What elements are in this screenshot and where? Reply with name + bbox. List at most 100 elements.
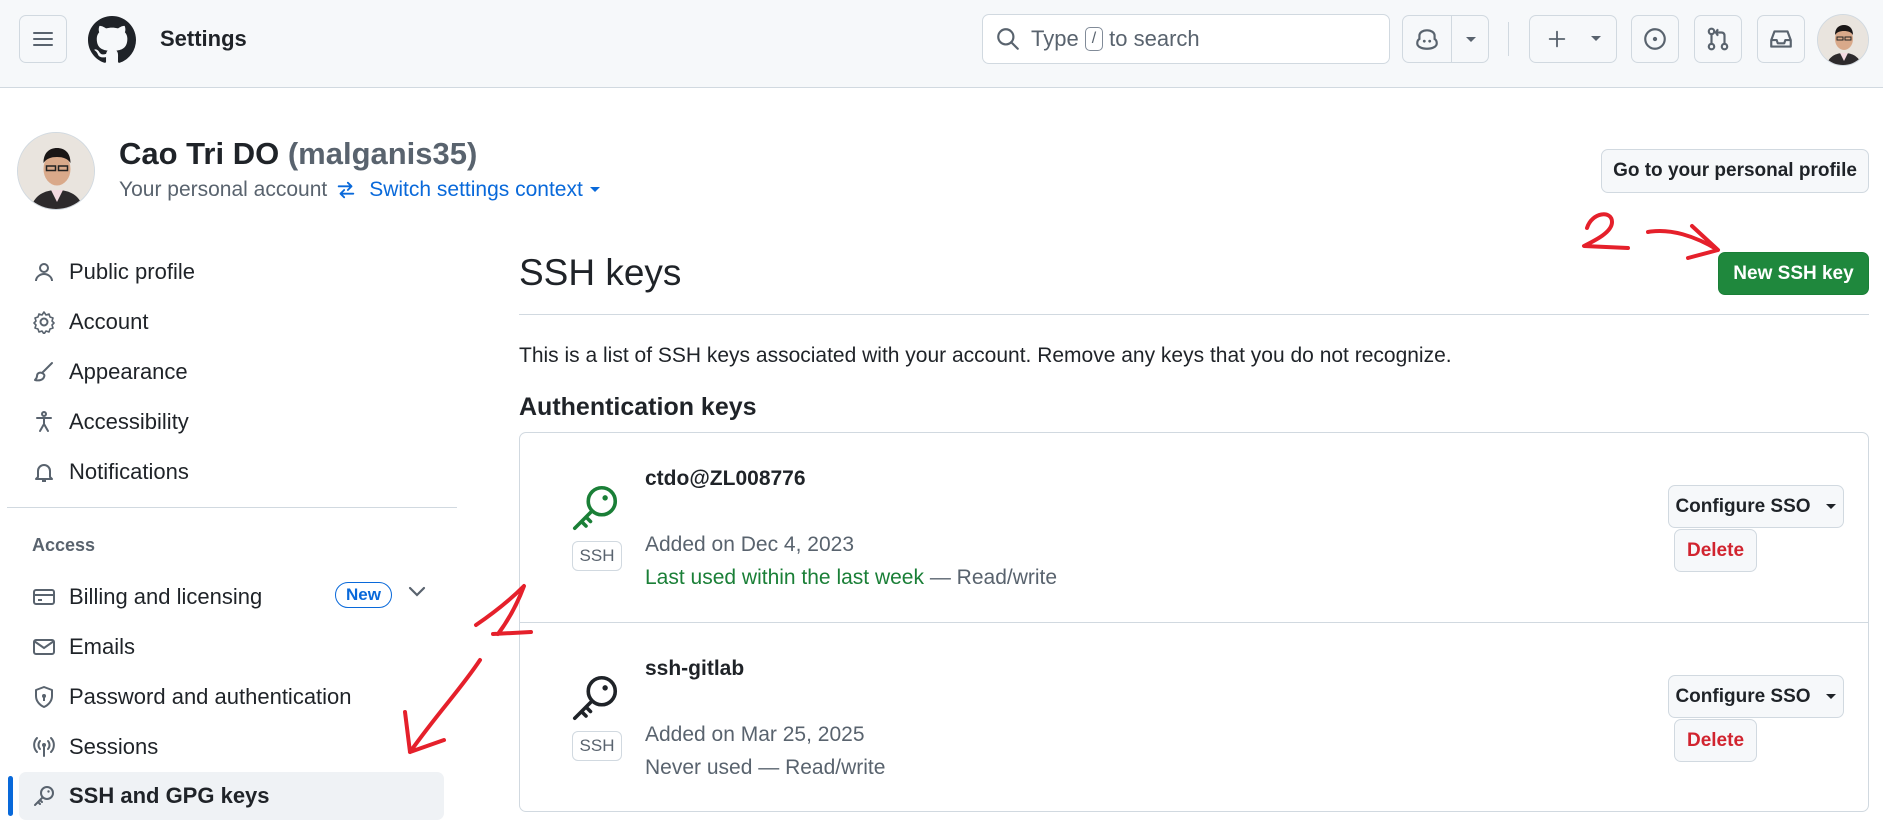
sidebar-section-heading: Access [32, 535, 96, 555]
page-title: SSH keys [519, 252, 682, 293]
annotation-mark-2 [1582, 212, 1630, 250]
search-icon [997, 28, 1019, 50]
inbox-icon [1770, 30, 1792, 48]
paintbrush-icon [29, 357, 59, 387]
profile-name: Cao Tri DO (malganis35) [119, 136, 477, 172]
new-ssh-key-button[interactable]: New SSH key [1718, 252, 1869, 295]
sidebar-item-password-auth[interactable]: Password and authentication [19, 673, 444, 721]
key-title: ctdo@ZL008776 [645, 467, 806, 490]
key-icon [29, 781, 59, 811]
issue-opened-icon [1644, 28, 1666, 50]
chevron-down-icon[interactable] [408, 586, 426, 598]
person-icon [29, 257, 59, 287]
ssh-keys-list: SSH ctdo@ZL008776 Added on Dec 4, 2023 L… [519, 432, 1869, 812]
configure-sso-button[interactable]: Configure SSO [1668, 675, 1844, 718]
mail-icon [29, 632, 59, 662]
chevron-down-icon[interactable] [1465, 36, 1477, 44]
key-title: ssh-gitlab [645, 657, 745, 680]
active-indicator [8, 776, 13, 816]
profile-display-name: Cao Tri DO [119, 136, 280, 171]
top-bar: Settings Type / to search [0, 0, 1883, 88]
key-last-used-text: Last used within the last week [645, 566, 924, 589]
sidebar-item-label: Billing and licensing [69, 584, 263, 609]
user-avatar[interactable] [1817, 14, 1869, 66]
accessibility-icon [29, 407, 59, 437]
sidebar-item-label: Notifications [69, 459, 189, 484]
page-context-title: Settings [160, 26, 247, 51]
personal-account-label: Your personal account [119, 178, 328, 201]
section-heading: Authentication keys [519, 393, 757, 421]
ssh-key-row: SSH ssh-gitlab Added on Mar 25, 2025 Nev… [520, 622, 1868, 812]
shield-lock-icon [29, 682, 59, 712]
key-last-used-text: Never used [645, 756, 753, 779]
broadcast-icon [29, 732, 59, 762]
profile-subtitle: Your personal account Switch settings co… [119, 178, 601, 202]
arrow-switch-icon [337, 181, 355, 199]
delete-key-button[interactable]: Delete [1674, 529, 1757, 572]
key-added-date: Added on Dec 4, 2023 [645, 533, 854, 556]
search-placeholder-suffix: to search [1109, 26, 1200, 51]
create-new-button[interactable] [1529, 15, 1617, 63]
hamburger-icon [33, 32, 53, 46]
copilot-button[interactable] [1402, 15, 1489, 63]
title-divider [519, 314, 1869, 315]
profile-avatar [17, 132, 95, 210]
key-access-text: — Read/write [758, 756, 886, 779]
key-last-used: Last used within the last week — Read/wr… [645, 566, 1057, 590]
sidebar-item-notifications[interactable]: Notifications [19, 448, 444, 496]
key-added-date: Added on Mar 25, 2025 [645, 723, 865, 746]
sidebar-item-public-profile[interactable]: Public profile [19, 248, 444, 296]
configure-sso-button[interactable]: Configure SSO [1668, 485, 1844, 528]
bell-icon [29, 457, 59, 487]
sidebar-item-sessions[interactable]: Sessions [19, 723, 444, 771]
sidebar-item-account[interactable]: Account [19, 298, 444, 346]
sidebar-item-label: Sessions [69, 734, 159, 759]
sidebar-item-accessibility[interactable]: Accessibility [19, 398, 444, 446]
profile-login: (malganis35) [287, 136, 478, 171]
sidebar-item-emails[interactable]: Emails [19, 623, 444, 671]
sidebar-item-label: Account [69, 309, 149, 334]
issues-button[interactable] [1631, 15, 1679, 63]
go-to-profile-button[interactable]: Go to your personal profile [1601, 149, 1869, 193]
switch-context-label: Switch settings context [369, 178, 583, 201]
gear-icon [29, 307, 59, 337]
sidebar-item-label: Appearance [69, 359, 188, 384]
toolbar-divider [1508, 22, 1509, 56]
page-description: This is a list of SSH keys associated wi… [519, 344, 1452, 367]
ssh-type-label: SSH [572, 541, 622, 571]
new-badge: New [335, 582, 392, 608]
github-logo-icon[interactable] [88, 16, 136, 64]
plus-icon [1548, 30, 1566, 48]
search-shortcut-key: / [1084, 27, 1104, 51]
annotation-arrow-2 [1646, 224, 1720, 260]
credit-card-icon [29, 582, 59, 612]
sidebar-item-label: Password and authentication [69, 684, 352, 709]
sidebar-item-appearance[interactable]: Appearance [19, 348, 444, 396]
configure-sso-label: Configure SSO [1675, 685, 1811, 707]
switch-context-link[interactable]: Switch settings context [335, 178, 601, 202]
key-icon [572, 485, 618, 531]
search-input[interactable]: Type / to search [982, 14, 1390, 64]
git-pull-request-icon [1707, 27, 1729, 51]
delete-key-button[interactable]: Delete [1674, 719, 1757, 762]
search-placeholder-prefix: Type [1031, 26, 1079, 51]
sidebar-item-label: Public profile [69, 259, 195, 284]
sidebar-item-label: Emails [69, 634, 136, 659]
sidebar-item-ssh-gpg-keys[interactable]: SSH and GPG keys [19, 772, 444, 820]
copilot-icon [1416, 29, 1438, 50]
chevron-down-icon [1591, 36, 1601, 41]
menu-button[interactable] [19, 15, 67, 63]
ssh-key-row: SSH ctdo@ZL008776 Added on Dec 4, 2023 L… [520, 433, 1868, 623]
inbox-button[interactable] [1757, 15, 1805, 63]
configure-sso-label: Configure SSO [1675, 495, 1811, 517]
sidebar-item-label: Accessibility [69, 409, 189, 434]
key-access-text: — Read/write [929, 566, 1058, 589]
triangle-down-icon [1825, 693, 1836, 699]
triangle-down-icon [589, 187, 600, 192]
pull-requests-button[interactable] [1694, 15, 1742, 63]
key-last-used: Never used — Read/write [645, 756, 885, 780]
sidebar-item-label: SSH and GPG keys [69, 783, 270, 808]
sidebar-divider [7, 507, 457, 508]
triangle-down-icon [1825, 503, 1836, 509]
ssh-type-label: SSH [572, 731, 622, 761]
